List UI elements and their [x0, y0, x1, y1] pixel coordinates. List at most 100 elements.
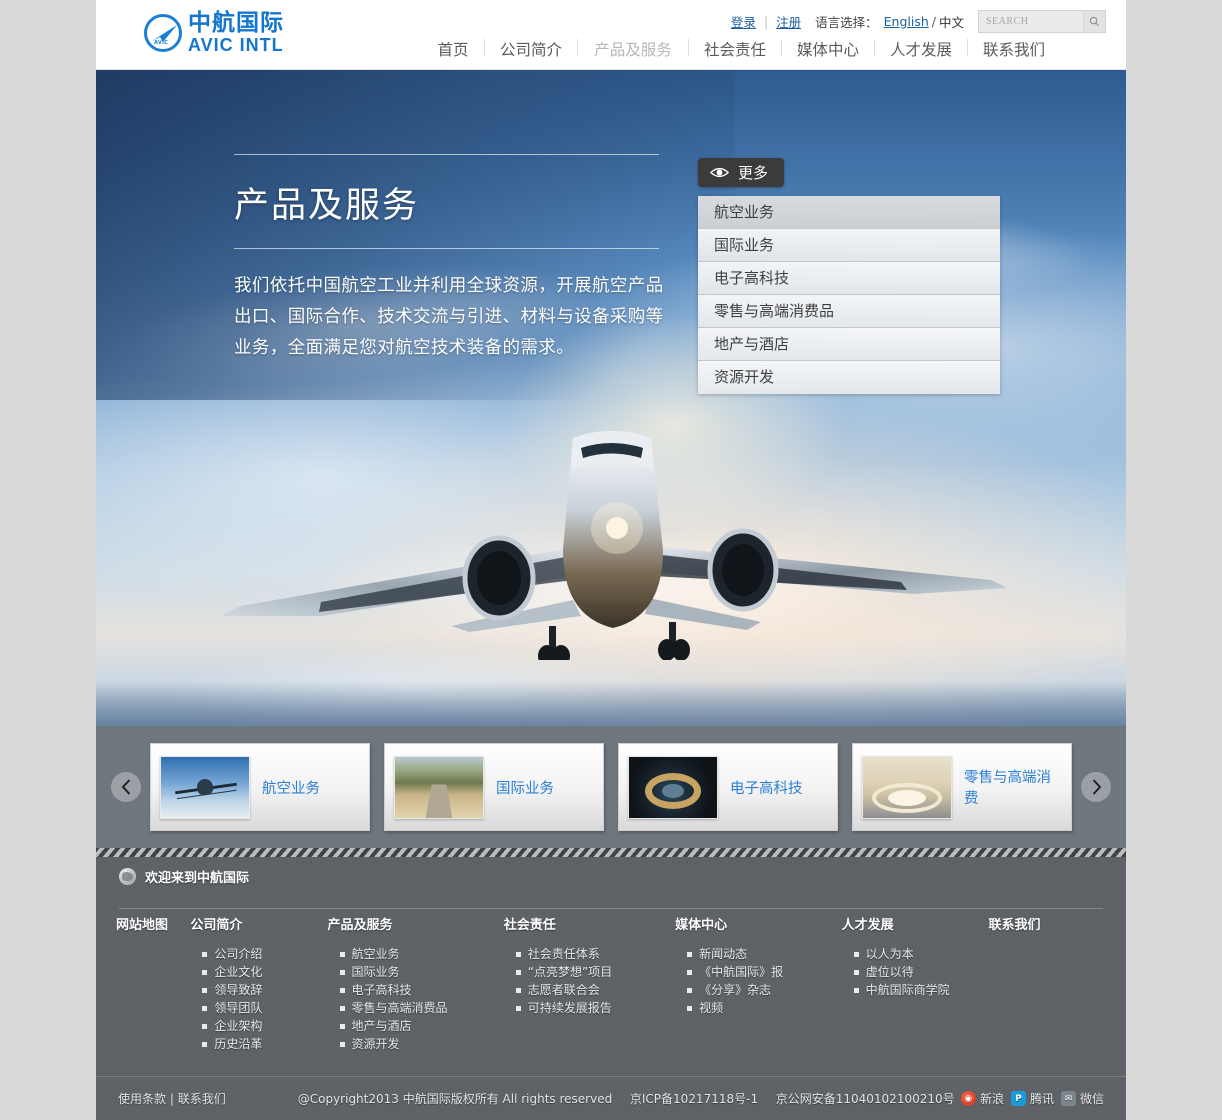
search-icon — [1089, 16, 1100, 27]
sitemap-link[interactable]: 历史沿革 — [202, 1035, 327, 1053]
nav-item-label: 媒体中心 — [796, 41, 859, 59]
sitemap-link[interactable]: “点亮梦想”项目 — [515, 963, 675, 981]
carousel-next-button[interactable] — [1081, 772, 1111, 802]
more-button-label: 更多 — [738, 164, 769, 182]
nav-item-label: 公司简介 — [499, 41, 562, 59]
sitemap-link-label: 电子高科技 — [351, 983, 412, 997]
sitemap-link[interactable]: 领导致辞 — [202, 981, 327, 999]
social-link-wechat-icon[interactable]: ✉ 微信 — [1060, 1090, 1104, 1107]
sitemap-column-head: 社会责任 — [503, 918, 556, 933]
bullet-icon — [853, 987, 859, 993]
sitemap-link[interactable]: 地产与酒店 — [339, 1017, 504, 1035]
bullet-icon — [202, 951, 208, 957]
carousel-card-label: 航空业务 — [262, 780, 320, 797]
welcome-text: 欢迎来到中航国际 — [145, 871, 250, 886]
bullet-icon — [687, 1005, 693, 1011]
sitemap-link-label: 企业架构 — [214, 1019, 263, 1033]
bullet-icon — [202, 969, 208, 975]
submenu-item-3[interactable]: 零售与高端消费品 — [698, 295, 1000, 328]
copyright-text: @Copyright2013 中航国际版权所有 All rights reser… — [297, 1092, 613, 1106]
sitemap-link[interactable]: 志愿者联合会 — [515, 981, 675, 999]
sitemap-link[interactable]: 航空业务 — [339, 945, 504, 963]
social-link-weibo-icon[interactable]: ◉ 新浪 — [960, 1090, 1004, 1107]
sitemap-link[interactable]: 社会责任体系 — [515, 945, 675, 963]
sitemap-link[interactable]: 企业文化 — [202, 963, 327, 981]
carousel-prev-button[interactable] — [111, 772, 141, 802]
nav-item-5[interactable]: 人才发展 — [875, 38, 967, 62]
sitemap-column-head: 联系我们 — [988, 918, 1041, 933]
utility-separator: | — [763, 14, 769, 29]
submenu-item-5[interactable]: 资源开发 — [698, 361, 1000, 394]
nav-item-6[interactable]: 联系我们 — [968, 38, 1060, 62]
sitemap-column-5: 联系我们 — [989, 914, 1107, 1053]
search-box[interactable] — [978, 10, 1106, 33]
globe-icon — [119, 868, 136, 885]
sitemap-link[interactable]: 企业架构 — [202, 1017, 327, 1035]
sitemap-link-label: “点亮梦想”项目 — [527, 965, 613, 979]
sitemap-link-label: 零售与高端消费品 — [351, 1001, 448, 1015]
carousel-card[interactable]: 电子高科技 — [618, 743, 838, 831]
sitemap-link[interactable]: 公司介绍 — [202, 945, 327, 963]
submenu-item-0[interactable]: 航空业务 — [698, 196, 1000, 229]
language-chinese-link[interactable]: 中文 — [939, 12, 964, 31]
sitemap-link[interactable]: 中航国际商学院 — [853, 981, 989, 999]
nav-item-0[interactable]: 首页 — [422, 38, 484, 62]
submenu-item-1[interactable]: 国际业务 — [698, 229, 1000, 262]
carousel-card[interactable]: 国际业务 — [384, 743, 604, 831]
nav-item-1[interactable]: 公司简介 — [485, 38, 577, 62]
language-english-link[interactable]: English — [884, 14, 929, 29]
sitemap-link[interactable]: 以人为本 — [853, 945, 989, 963]
search-button[interactable] — [1083, 11, 1105, 32]
submenu-item-4[interactable]: 地产与酒店 — [698, 328, 1000, 361]
terms-link[interactable]: 使用条款 — [118, 1092, 166, 1106]
sitemap-link[interactable]: 零售与高端消费品 — [339, 999, 504, 1017]
icp-number[interactable]: 京ICP备10217118号-1 — [630, 1092, 758, 1106]
nav-item-2[interactable]: 产品及服务 — [578, 38, 688, 78]
carousel-card[interactable]: 航空业务 — [150, 743, 370, 831]
sitemap-link[interactable]: 视频 — [687, 999, 841, 1017]
sitemap-link[interactable]: 虚位以待 — [853, 963, 989, 981]
legal-divider: | — [169, 1092, 174, 1106]
sitemap-link-label: 以人为本 — [865, 947, 914, 961]
sitemap-link-label: 地产与酒店 — [351, 1019, 412, 1033]
register-link[interactable]: 注册 — [776, 12, 801, 31]
sitemap-link-label: 志愿者联合会 — [527, 983, 600, 997]
sitemap-link[interactable]: 可持续发展报告 — [515, 999, 675, 1017]
sitemap-link-label: 中航国际商学院 — [865, 983, 950, 997]
police-number[interactable]: 京公网安备11040102100210号 — [776, 1092, 955, 1106]
contact-link[interactable]: 联系我们 — [178, 1092, 226, 1106]
search-input[interactable] — [979, 11, 1083, 32]
sitemap-link[interactable]: 新闻动态 — [687, 945, 841, 963]
bullet-icon — [202, 1041, 208, 1047]
bullet-icon — [515, 987, 521, 993]
sitemap-link[interactable]: 国际业务 — [339, 963, 504, 981]
site-logo[interactable]: AVIC 中航国际 AVIC INTL — [144, 12, 284, 54]
page-root: AVIC 中航国际 AVIC INTL 登录 | 注册 语言选择： Englis… — [0, 0, 1222, 1120]
logo-wordmark: 中航国际 AVIC INTL — [188, 12, 284, 55]
submenu-item-2[interactable]: 电子高科技 — [698, 262, 1000, 295]
sitemap-link[interactable]: 《中航国际》报 — [687, 963, 841, 981]
nav-item-label: 首页 — [437, 41, 469, 59]
sitemap-link[interactable]: 领导团队 — [202, 999, 327, 1017]
sitemap-list: 社会责任体系 “点亮梦想”项目 志愿者联合会可持续发展报告 — [504, 945, 675, 1017]
road-thumb — [394, 755, 484, 819]
login-link[interactable]: 登录 — [731, 12, 756, 31]
bullet-icon — [515, 1005, 521, 1011]
social-link-qq-icon[interactable]: P 腾讯 — [1010, 1090, 1054, 1107]
bullet-icon — [202, 1023, 208, 1029]
bullet-icon — [687, 951, 693, 957]
sitemap-column-3: 媒体中心 新闻动态 《中航国际》报 《分享》杂志 视频 — [675, 914, 841, 1053]
footer-social-links: ◉ 新浪 P 腾讯 ✉ 微信 — [960, 1090, 1104, 1107]
sitemap-link[interactable]: 电子高科技 — [339, 981, 504, 999]
sitemap-link[interactable]: 《分享》杂志 — [687, 981, 841, 999]
hero-title: 产品及服务 — [234, 186, 420, 226]
footer-divider — [119, 908, 1103, 909]
avic-emblem-icon: AVIC — [144, 14, 182, 52]
nav-item-3[interactable]: 社会责任 — [689, 38, 781, 62]
nav-item-4[interactable]: 媒体中心 — [782, 38, 874, 62]
sitemap-link-label: 领导团队 — [214, 1001, 263, 1015]
more-button[interactable]: 更多 — [698, 158, 785, 187]
sitemap-link-label: 资源开发 — [351, 1037, 400, 1051]
carousel-card[interactable]: 零售与高端消费 — [852, 743, 1072, 831]
sitemap-link[interactable]: 资源开发 — [339, 1035, 504, 1053]
